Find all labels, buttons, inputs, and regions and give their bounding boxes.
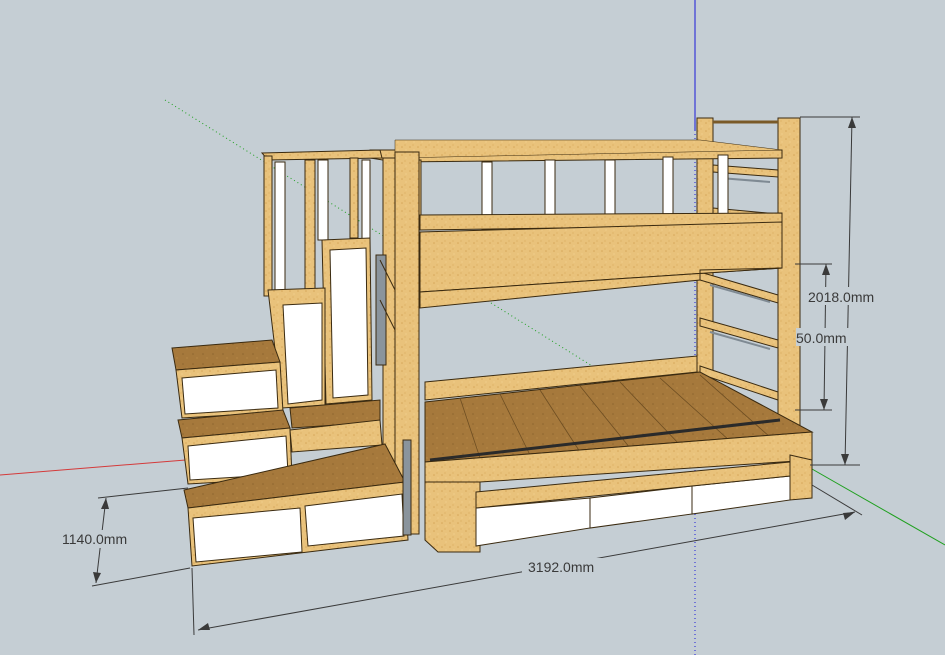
label-height-lower: 50.0mm <box>796 330 847 346</box>
label-total-length: 3192.0mm <box>528 559 594 575</box>
axis-green <box>804 464 945 546</box>
step-drawer-3 <box>192 507 303 563</box>
step-drawer-1 <box>181 369 279 415</box>
stair-cabinet-door-upper <box>329 247 369 399</box>
label-height-total: 2018.0mm <box>808 289 874 305</box>
label-stair-height: 1140.0mm <box>62 531 127 547</box>
model-scene[interactable]: 2018.0mm 50.0mm 1140.0mm 3192.0mm <box>0 0 945 655</box>
stair-cabinet-door-mid <box>282 302 323 405</box>
axes <box>0 0 945 655</box>
modeling-viewport[interactable]: 2018.0mm 50.0mm 1140.0mm 3192.0mm <box>0 0 945 655</box>
bunk-bed[interactable] <box>171 117 814 567</box>
